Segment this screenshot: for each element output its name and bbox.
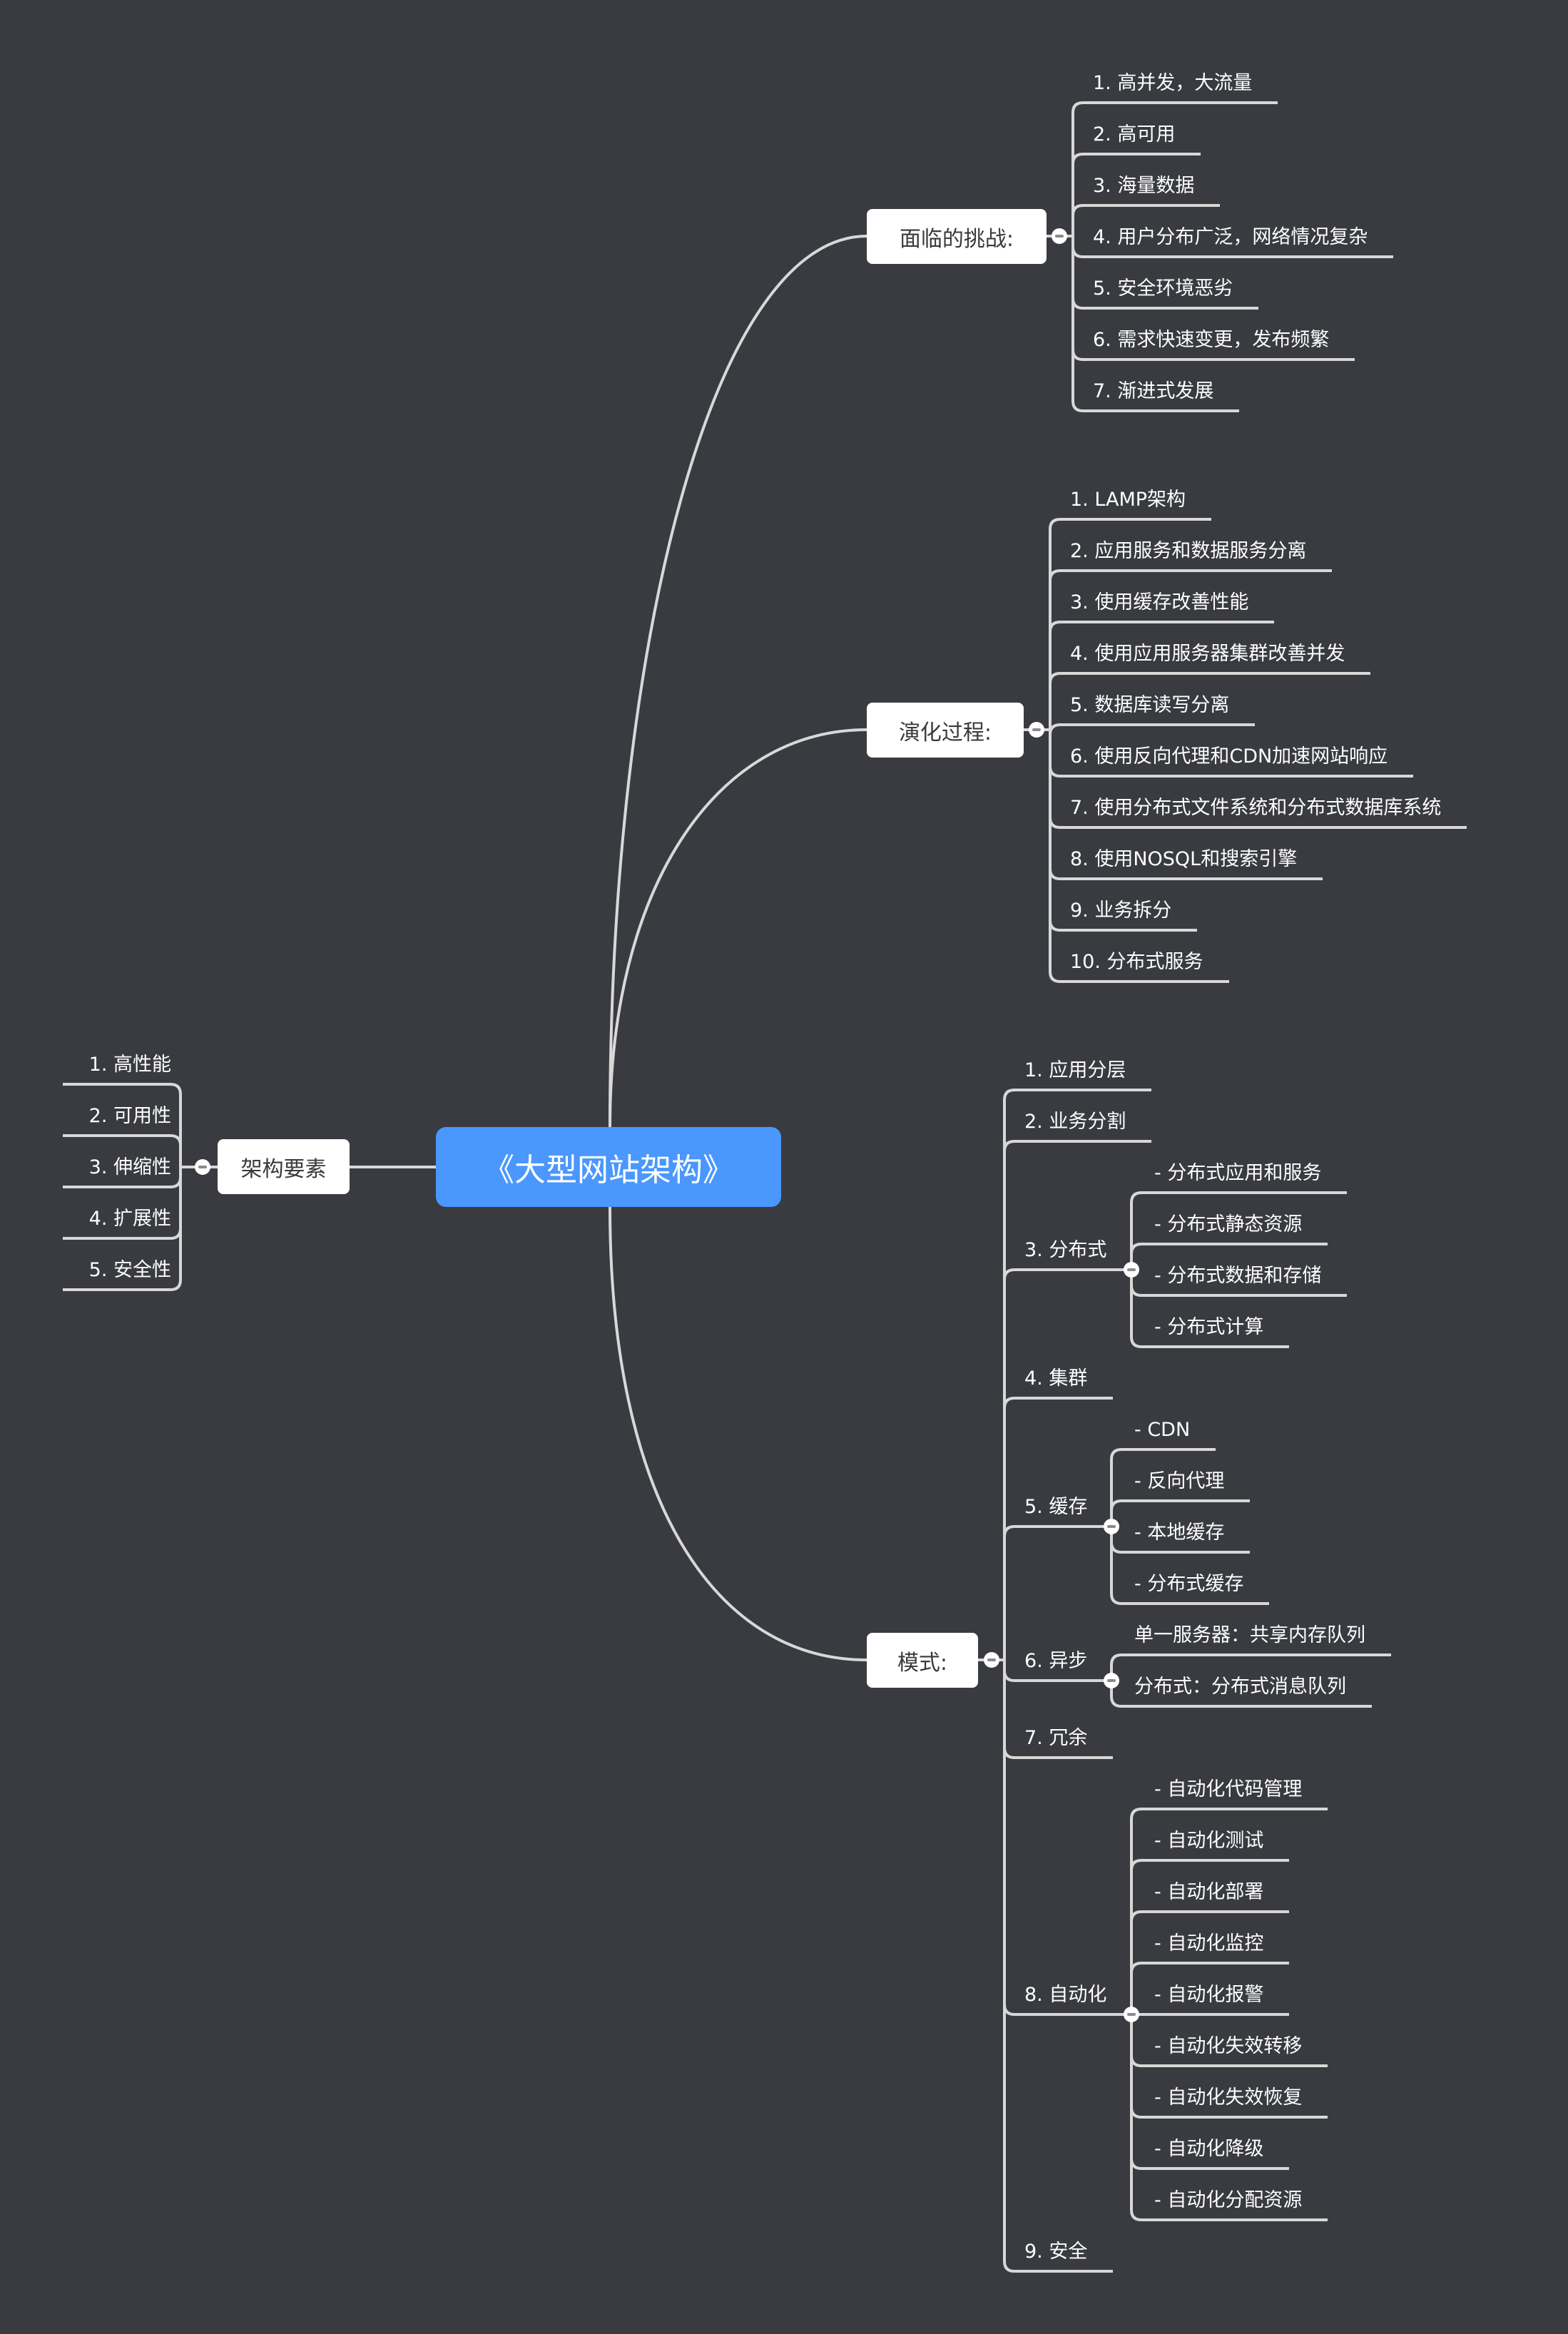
evolution-item[interactable]: 8. 使用NOSQL和搜索引擎 xyxy=(1070,847,1297,872)
element-item[interactable]: 5. 安全性 xyxy=(89,1258,171,1283)
evolution-branch-underline xyxy=(1049,723,1255,735)
pattern-subitem[interactable]: 分布式：分布式消息队列 xyxy=(1134,1675,1346,1699)
pattern-sub-collapse-toggle[interactable] xyxy=(1124,2007,1139,2022)
patterns-branch-underline xyxy=(1003,1397,1113,1660)
connector-patterns xyxy=(609,1206,867,1661)
pattern-item[interactable]: 4. 集群 xyxy=(1024,1367,1087,1391)
pattern-item[interactable]: 8. 自动化 xyxy=(1024,1983,1106,2007)
pattern-subitem[interactable]: - 分布式应用和服务 xyxy=(1154,1161,1321,1186)
pattern-subitem[interactable]: - 自动化监控 xyxy=(1154,1932,1263,1956)
pattern-item[interactable]: 9. 安全 xyxy=(1024,2240,1087,2264)
patterns-collapse-toggle[interactable] xyxy=(984,1652,999,1668)
challenges-collapse-toggle[interactable] xyxy=(1052,228,1067,244)
collapse-icon xyxy=(1032,728,1041,731)
topic-label: 演化过程: xyxy=(898,720,992,745)
collapse-icon xyxy=(1127,1268,1136,1271)
element-item[interactable]: 3. 伸缩性 xyxy=(89,1156,171,1180)
pattern-subitem[interactable]: - 分布式缓存 xyxy=(1134,1572,1243,1596)
challenge-item[interactable]: 3. 海量数据 xyxy=(1093,174,1194,198)
pattern-subitem[interactable]: - CDN xyxy=(1134,1418,1190,1442)
evolution-item[interactable]: 2. 应用服务和数据服务分离 xyxy=(1070,539,1306,564)
pattern-subitem[interactable]: - 自动化失效恢复 xyxy=(1154,2086,1302,2110)
topic-evolution[interactable]: 演化过程: xyxy=(867,703,1024,758)
connector-evolution xyxy=(609,728,867,1128)
topic-patterns[interactable]: 模式: xyxy=(867,1633,978,1688)
pattern-subitem[interactable]: - 反向代理 xyxy=(1134,1469,1224,1494)
patterns-branch-underline xyxy=(1003,1140,1151,1660)
pattern-item[interactable]: 5. 缓存 xyxy=(1024,1495,1087,1519)
topic-challenges[interactable]: 面临的挑战: xyxy=(867,209,1047,264)
root-topic-label: 《大型网站架构》 xyxy=(483,1152,734,1188)
pattern-subitem[interactable]: - 自动化报警 xyxy=(1154,1983,1263,2007)
evolution-item[interactable]: 6. 使用反向代理和CDN加速网站响应 xyxy=(1070,745,1388,769)
element-item[interactable]: 2. 可用性 xyxy=(89,1104,171,1128)
pattern-subitem[interactable]: - 分布式静态资源 xyxy=(1154,1213,1302,1237)
pattern-subitem[interactable]: - 分布式计算 xyxy=(1154,1315,1263,1340)
pattern-subitem[interactable]: 单一服务器：共享内存队列 xyxy=(1134,1624,1365,1648)
evolution-item[interactable]: 7. 使用分布式文件系统和分布式数据库系统 xyxy=(1070,796,1441,820)
patterns-branch-underline xyxy=(1003,1525,1111,1660)
challenge-item[interactable]: 7. 渐进式发展 xyxy=(1093,379,1213,404)
evolution-item[interactable]: 5. 数据库读写分离 xyxy=(1070,693,1229,718)
pattern-item[interactable]: 6. 异步 xyxy=(1024,1649,1087,1673)
element-item[interactable]: 4. 扩展性 xyxy=(89,1207,171,1231)
pattern-sub-collapse-toggle[interactable] xyxy=(1104,1673,1119,1688)
pattern-subitem[interactable]: - 自动化降级 xyxy=(1154,2137,1263,2161)
challenge-item[interactable]: 5. 安全环境恶劣 xyxy=(1093,277,1233,301)
topic-label: 面临的挑战: xyxy=(899,226,1014,252)
pattern-subitem[interactable]: - 本地缓存 xyxy=(1134,1521,1224,1545)
pattern-subitem[interactable]: - 自动化分配资源 xyxy=(1154,2188,1302,2213)
challenge-item[interactable]: 6. 需求快速变更，发布频繁 xyxy=(1093,328,1329,352)
collapse-icon xyxy=(987,1658,996,1661)
topic-label: 模式: xyxy=(897,1650,948,1676)
pattern-subitem[interactable]: - 自动化代码管理 xyxy=(1154,1778,1302,1802)
topic-architecture-elements[interactable]: 架构要素 xyxy=(218,1139,350,1194)
pattern-subitem[interactable]: - 自动化测试 xyxy=(1154,1829,1263,1853)
collapse-icon xyxy=(1107,1679,1116,1682)
pattern-sub-collapse-toggle[interactable] xyxy=(1104,1519,1119,1534)
collapse-icon xyxy=(1055,235,1064,238)
connector-challenges xyxy=(609,235,867,1128)
collapse-icon xyxy=(1127,2013,1136,2016)
pattern-sub-collapse-toggle[interactable] xyxy=(1124,1262,1139,1278)
pattern-item[interactable]: 7. 冗余 xyxy=(1024,1726,1087,1750)
patterns-branch-underline xyxy=(1003,1660,1113,2273)
challenge-item[interactable]: 2. 高可用 xyxy=(1093,123,1175,147)
pattern-item[interactable]: 2. 业务分割 xyxy=(1024,1110,1126,1134)
pattern-subitem[interactable]: - 自动化部署 xyxy=(1154,1880,1263,1905)
collapse-icon xyxy=(1107,1525,1116,1528)
evolution-item[interactable]: 9. 业务拆分 xyxy=(1070,899,1171,923)
pattern-subitem[interactable]: - 自动化失效转移 xyxy=(1154,2034,1302,2059)
topic-label: 架构要素 xyxy=(240,1156,327,1182)
elements-collapse-toggle[interactable] xyxy=(195,1159,210,1175)
root-topic[interactable]: 《大型网站架构》 xyxy=(436,1127,781,1207)
challenge-item[interactable]: 4. 用户分布广泛，网络情况复杂 xyxy=(1093,225,1368,250)
collapse-icon xyxy=(198,1166,207,1168)
evolution-collapse-toggle[interactable] xyxy=(1029,722,1044,738)
evolution-item[interactable]: 10. 分布式服务 xyxy=(1070,950,1203,974)
patterns-branch-underline xyxy=(1003,1660,1131,2016)
evolution-item[interactable]: 4. 使用应用服务器集群改善并发 xyxy=(1070,642,1345,666)
evolution-item[interactable]: 1. LAMP架构 xyxy=(1070,488,1186,512)
challenge-item[interactable]: 1. 高并发，大流量 xyxy=(1093,71,1252,96)
pattern-subitem[interactable]: - 分布式数据和存储 xyxy=(1154,1264,1321,1288)
pattern-item[interactable]: 1. 应用分层 xyxy=(1024,1059,1126,1083)
evolution-item[interactable]: 3. 使用缓存改善性能 xyxy=(1070,591,1248,615)
pattern-item[interactable]: 3. 分布式 xyxy=(1024,1238,1106,1263)
element-item[interactable]: 1. 高性能 xyxy=(89,1053,171,1077)
